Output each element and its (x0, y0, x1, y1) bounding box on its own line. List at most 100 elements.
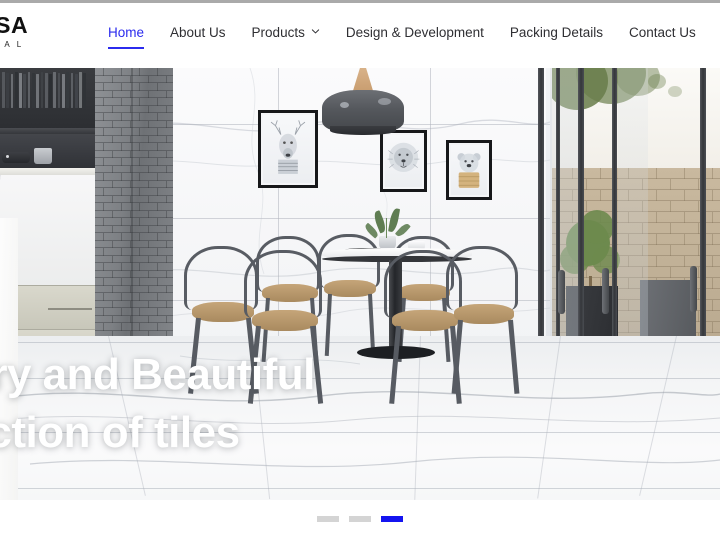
nav-item-packing-details[interactable]: Packing Details (510, 25, 603, 40)
nav-item-contact-us[interactable]: Contact Us (629, 25, 696, 40)
brick-row (95, 218, 173, 226)
nav-item-products[interactable]: Products (252, 25, 320, 40)
nav-item-label: Products (251, 25, 305, 40)
brick-row (95, 308, 173, 316)
chevron-down-icon[interactable] (311, 27, 320, 36)
book (14, 72, 18, 108)
door-handle-right[interactable] (690, 266, 697, 312)
decor-bowl (2, 152, 30, 163)
book (66, 72, 69, 108)
book (70, 73, 74, 108)
door-handle-left[interactable] (558, 270, 565, 314)
book (31, 73, 35, 108)
book (2, 72, 5, 108)
slider-dot-1[interactable] (317, 516, 339, 522)
decor-mug (34, 148, 52, 164)
books (2, 72, 87, 108)
book (10, 74, 14, 108)
nav-item-label: Home (108, 25, 145, 40)
framed-art-deer (258, 110, 318, 188)
book (61, 74, 65, 108)
brick-row (95, 180, 173, 188)
brick-row (95, 293, 173, 301)
hero-headline-line-2: llection of tiles (0, 408, 240, 457)
door-mullion-5 (700, 68, 706, 368)
brick-row (95, 210, 173, 218)
brick-row (95, 90, 173, 98)
book (40, 72, 44, 108)
brick-row (95, 195, 173, 203)
lamp-rim (330, 126, 396, 135)
framed-art-lion (380, 130, 427, 192)
nav-active-underline (108, 46, 145, 49)
brick-row (95, 128, 173, 136)
book (6, 73, 10, 108)
brick-row (95, 165, 173, 173)
door-mullion-2 (556, 68, 560, 368)
brick-row (95, 98, 173, 106)
door-mullion-4 (612, 68, 617, 368)
nav-item-label: About Us (170, 25, 226, 40)
book (74, 74, 78, 108)
slider-dot-3[interactable] (381, 516, 403, 522)
slider-pagination (0, 516, 720, 522)
book (36, 74, 40, 108)
brick-row (95, 75, 173, 83)
brick-row (95, 240, 173, 248)
slider-dot-2[interactable] (349, 516, 371, 522)
nav-item-design-development[interactable]: Design & Development (346, 25, 484, 40)
brick-row (95, 83, 173, 91)
nav-item-about-us[interactable]: About Us (170, 25, 226, 40)
book (44, 73, 48, 108)
glass-pane-right (618, 68, 648, 368)
brick-row (95, 323, 173, 331)
book (53, 72, 57, 108)
brick-row (95, 68, 173, 76)
nav-item-home[interactable]: Home (108, 25, 145, 49)
brick-row (95, 150, 173, 158)
book (79, 72, 82, 108)
door-handle-mid[interactable] (602, 268, 609, 314)
nav-item-label: Contact Us (628, 25, 696, 40)
hero-headline-line-1: xury and Beautiful (0, 350, 315, 399)
book (19, 73, 22, 108)
site-header: ASA O N A L Home About Us Products Design &… (0, 3, 720, 68)
book (83, 73, 87, 108)
framed-art-bear (446, 140, 492, 200)
door-mullion-3 (578, 68, 584, 368)
brick-row (95, 158, 173, 166)
hero-slider: xury and Beautiful llection of tiles (0, 68, 720, 500)
brick-row (95, 173, 173, 181)
book (57, 73, 61, 108)
door-mullion-1 (538, 68, 544, 368)
page-root: ASA O N A L Home About Us Products Design &… (0, 0, 720, 540)
brick-row (95, 263, 173, 271)
brick-row (95, 285, 173, 293)
brick-row (95, 105, 173, 113)
brick-row (95, 300, 173, 308)
book (27, 72, 31, 108)
site-logo[interactable]: ASA O N A L (0, 14, 58, 49)
brick-row (95, 255, 173, 263)
brick-row (95, 278, 173, 286)
glass-pane-left (546, 68, 582, 368)
logo-wordmark: ASA (0, 12, 29, 38)
book (49, 74, 52, 108)
brick-row (95, 120, 173, 128)
book (23, 74, 27, 108)
brick-pillar (95, 68, 173, 368)
brick-row (95, 225, 173, 233)
brick-row (95, 143, 173, 151)
brick-row (95, 203, 173, 211)
main-navigation: Home About Us Products Design & Development… (108, 25, 696, 49)
brick-row (95, 270, 173, 278)
brick-row (95, 248, 173, 256)
nav-item-label: Packing Details (509, 25, 603, 40)
brick-row (95, 315, 173, 323)
brick-row (95, 233, 173, 241)
brick-row (95, 135, 173, 143)
hero-headline: xury and Beautiful llection of tiles (0, 346, 600, 462)
logo-tagline: O N A L (0, 40, 24, 49)
brick-row (95, 188, 173, 196)
kitchen-counter (0, 168, 100, 175)
